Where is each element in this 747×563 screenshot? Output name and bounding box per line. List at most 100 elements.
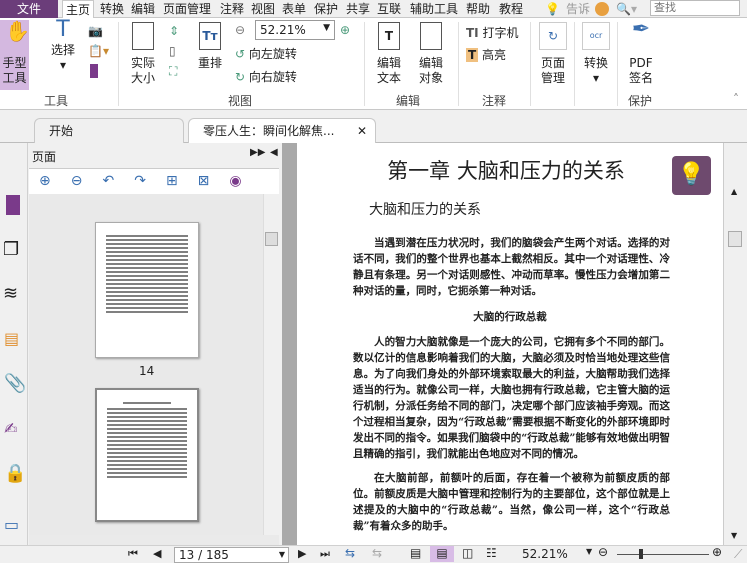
zoom-slider-thumb[interactable] xyxy=(638,549,643,559)
menu-comment[interactable]: 注释 xyxy=(220,0,244,18)
rotate-page-right-icon[interactable]: ↷ xyxy=(134,173,166,189)
signature-icon[interactable]: ✍ xyxy=(4,419,17,438)
previous-view-icon[interactable]: ⇆ xyxy=(345,546,355,560)
next-page-icon[interactable]: ▶ xyxy=(298,547,306,560)
rotate-page-left-icon[interactable]: ↶ xyxy=(102,173,134,189)
single-page-icon[interactable]: ▤ xyxy=(410,546,421,560)
comment-group-label: 注释 xyxy=(482,94,507,108)
layers-icon[interactable]: ≋ xyxy=(3,283,18,304)
continuous-facing-icon[interactable]: ☷ xyxy=(486,546,497,560)
page-thumbnail-14[interactable] xyxy=(95,222,199,358)
bookmark-panel-icon[interactable] xyxy=(6,195,20,215)
previous-page-icon[interactable]: ◀ xyxy=(153,547,161,560)
first-page-icon[interactable]: ⏮ xyxy=(128,547,138,561)
menu-view[interactable]: 视图 xyxy=(251,0,275,18)
page-manage-button[interactable]: ↻ 页面 管理 xyxy=(536,22,570,86)
collapse-panel-icon[interactable]: ◀ xyxy=(270,147,278,158)
pdf-sign-button[interactable]: ✒ PDF 签名 xyxy=(624,19,658,86)
menu-accessibility[interactable]: 辅助工具 xyxy=(410,0,458,18)
thumbnail-list: 14 xyxy=(29,194,263,536)
status-zoom-value[interactable]: 52.21% xyxy=(522,547,568,561)
menu-edit[interactable]: 编辑 xyxy=(131,0,155,18)
convert-icon: ocr xyxy=(582,22,610,50)
menu-tutorial[interactable]: 教程 xyxy=(499,0,523,18)
document-scrollbar[interactable]: ▲ ▼ xyxy=(723,143,747,545)
search-input[interactable] xyxy=(650,0,740,16)
page-properties-icon[interactable]: ◉ xyxy=(229,173,261,189)
select-button[interactable]: T 选择 ▾ xyxy=(48,17,78,73)
insert-page-icon[interactable]: ⊞ xyxy=(166,173,198,189)
tell-me[interactable]: 告诉 xyxy=(566,0,590,18)
menu-form[interactable]: 表单 xyxy=(282,0,306,18)
last-page-icon[interactable]: ⏭ xyxy=(320,547,330,561)
resize-grip-icon[interactable]: ⟋ xyxy=(734,547,742,562)
enlarge-thumbnail-icon[interactable]: ⊕ xyxy=(39,173,71,189)
page-thumbnail-toolbar: ⊕⊖↶↷⊞⊠◉ xyxy=(29,168,279,194)
rotate-left-button[interactable]: ↺ 向左旋转 xyxy=(235,45,297,62)
hand-label: 手型 工具 xyxy=(2,56,27,85)
zoom-dropdown-icon[interactable]: ▼ xyxy=(586,547,592,556)
delete-page-icon[interactable]: ⊠ xyxy=(198,173,230,189)
menu-help[interactable]: 帮助 xyxy=(466,0,490,18)
edit-text-button[interactable]: T 编辑 文本 xyxy=(372,22,406,86)
close-icon[interactable]: ✕ xyxy=(357,119,367,143)
comments-icon[interactable]: ▤ xyxy=(4,329,19,348)
highlight-button[interactable]: T 高亮 xyxy=(466,46,506,63)
clipboard-icon[interactable]: 📋▾ xyxy=(88,44,109,58)
facing-page-icon[interactable]: ◫ xyxy=(462,546,473,560)
feedback-icon[interactable] xyxy=(595,2,609,16)
fit-visible-icon[interactable]: ⛶ xyxy=(169,64,177,79)
thumbnail-scrollbar[interactable] xyxy=(263,194,279,536)
thumbnail-hscrollbar[interactable] xyxy=(29,535,279,545)
reduce-thumbnail-icon[interactable]: ⊖ xyxy=(71,173,103,189)
fit-width-icon[interactable]: ⇕ xyxy=(169,24,179,38)
scroll-thumb[interactable] xyxy=(265,232,278,246)
actual-size-button[interactable]: 实际 大小 xyxy=(127,22,159,86)
scroll-thumb[interactable] xyxy=(728,231,742,247)
search-icon[interactable]: 🔍▾ xyxy=(616,0,637,18)
zoom-out-icon[interactable]: ⊖ xyxy=(598,545,608,559)
next-view-icon[interactable]: ⇆ xyxy=(372,546,382,560)
menu-connect[interactable]: 互联 xyxy=(377,0,401,18)
scroll-down-icon[interactable]: ▼ xyxy=(731,531,737,540)
zoom-select[interactable]: 52.21% ▼ xyxy=(255,20,335,40)
scroll-up-icon[interactable]: ▲ xyxy=(731,187,737,196)
tab-document[interactable]: 零压人生：瞬间化解焦... ✕ xyxy=(188,118,376,144)
lock-icon[interactable]: 🔒 xyxy=(4,463,26,484)
hand-tool-button[interactable]: ✋ 手型 工具 xyxy=(0,20,30,90)
lightbulb-icon[interactable]: 💡 xyxy=(545,0,560,18)
tab-start[interactable]: 开始 xyxy=(34,118,184,143)
continuous-page-icon[interactable]: ▤ xyxy=(430,546,454,562)
menu-protect[interactable]: 保护 xyxy=(314,0,338,18)
fit-page-icon[interactable]: ▯ xyxy=(169,44,176,58)
rotate-right-button[interactable]: ↻ 向右旋转 xyxy=(235,68,297,85)
collapse-ribbon-icon[interactable]: ˄ xyxy=(733,92,739,106)
select-cursor-icon: T xyxy=(56,17,70,42)
highlight-label: 高亮 xyxy=(482,48,507,62)
zoom-out-icon[interactable]: ⊖ xyxy=(235,23,245,37)
status-bar: ⏮ ◀ 13 / 185 ▼ ▶ ⏭ ⇆ ⇆ ▤ ▤ ◫ ☷ 52.21% ▼ ⊖… xyxy=(0,545,747,563)
menu-convert[interactable]: 转换 xyxy=(100,0,124,18)
zoom-in-icon[interactable]: ⊕ xyxy=(712,545,722,559)
form-icon[interactable]: ▭ xyxy=(4,515,19,534)
snapshot-icon[interactable]: 📷 xyxy=(88,24,103,38)
menu-page-manage[interactable]: 页面管理 xyxy=(163,0,211,18)
zoom-in-icon[interactable]: ⊕ xyxy=(340,23,350,37)
typewriter-button[interactable]: TI 打字机 xyxy=(466,24,519,41)
document-page: 第一章 大脑和压力的关系 大脑和压力的关系 当遇到潜在压力状况时，我们的脑袋会产… xyxy=(297,143,723,545)
expand-panel-icon[interactable]: ▶▶ xyxy=(250,147,265,158)
edit-object-button[interactable]: 编辑 对象 xyxy=(412,22,450,86)
convert-button[interactable]: ocr 转换 ▾ xyxy=(580,22,612,86)
dropdown-arrow-icon: ▾ xyxy=(59,58,67,72)
page-thumbnail-15[interactable] xyxy=(95,388,199,522)
reflow-button[interactable]: Tт 重排 xyxy=(193,22,227,71)
menu-home[interactable]: 主页 xyxy=(62,0,95,18)
tip-lightbulb-icon[interactable]: 💡 xyxy=(672,156,711,195)
file-menu[interactable]: 文件 xyxy=(0,0,58,18)
convert-label: 转换 xyxy=(583,56,608,70)
pages-panel-icon[interactable]: ❐ xyxy=(3,239,19,260)
menu-share[interactable]: 共享 xyxy=(346,0,370,18)
bookmark-icon[interactable] xyxy=(90,64,98,78)
zoom-slider[interactable] xyxy=(617,549,709,559)
attachment-icon[interactable]: 📎 xyxy=(4,373,26,394)
